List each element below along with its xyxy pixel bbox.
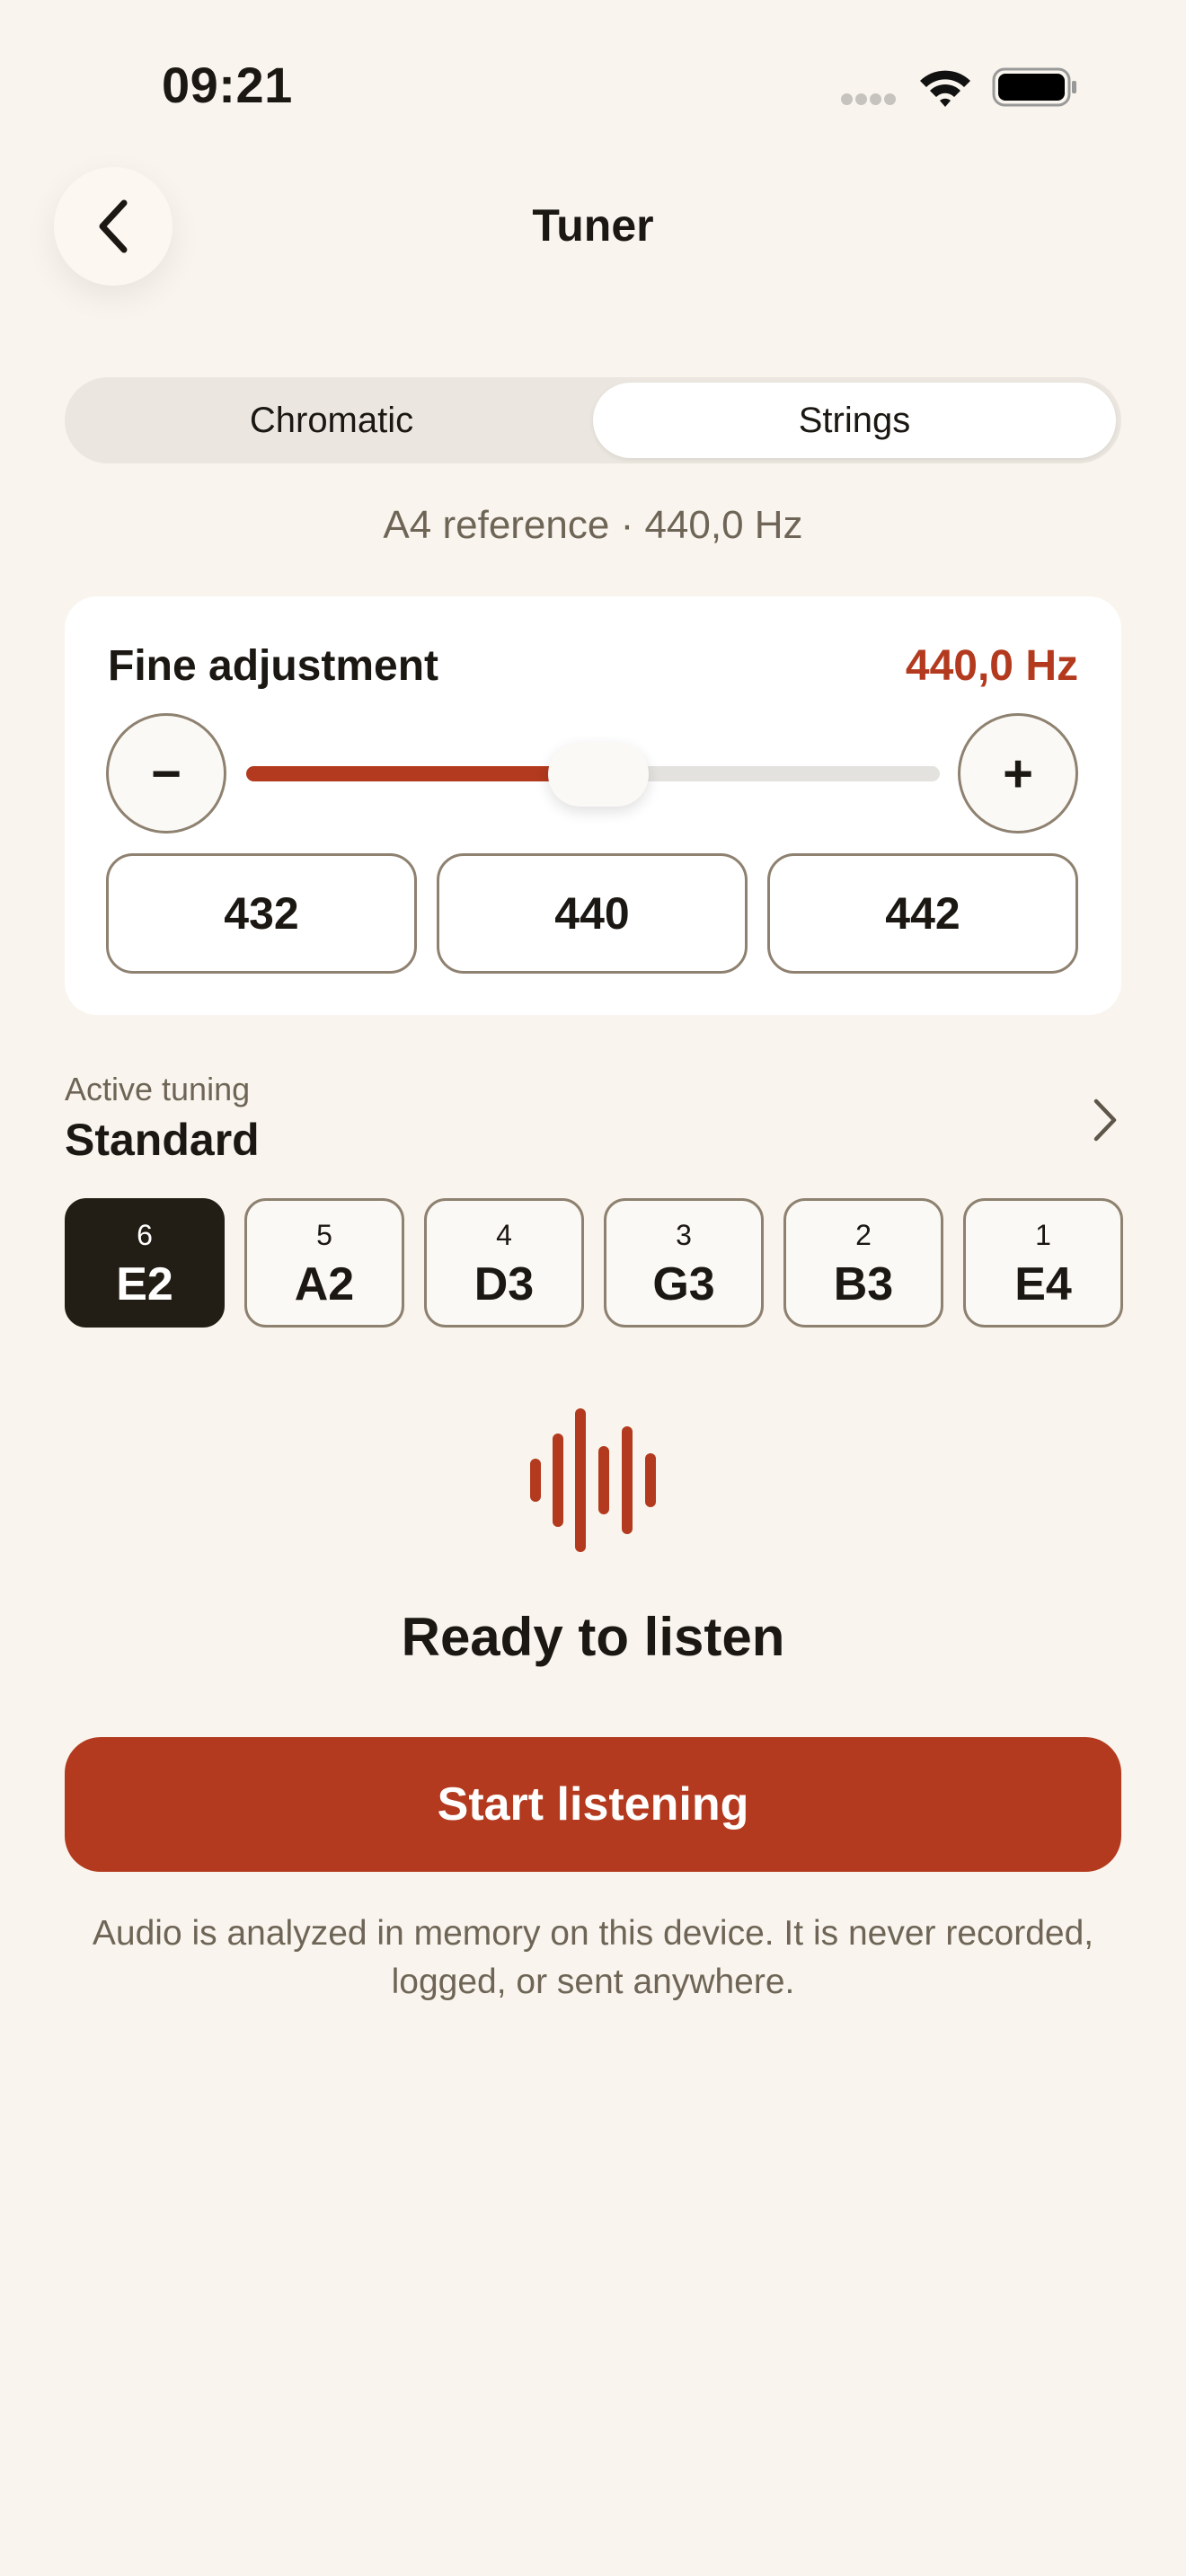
chevron-right-icon[interactable] bbox=[1087, 1098, 1123, 1142]
string-2-button[interactable]: 2 B3 bbox=[783, 1198, 943, 1328]
active-tuning-name[interactable]: Standard bbox=[65, 1114, 260, 1166]
string-number: 2 bbox=[855, 1219, 872, 1251]
string-note: E2 bbox=[116, 1258, 173, 1310]
waveform-icon bbox=[530, 1408, 656, 1552]
reference-pitch-text: A4 reference · 440,0 Hz bbox=[383, 503, 803, 547]
wifi-icon bbox=[920, 70, 970, 107]
preset-432-button[interactable]: 432 bbox=[106, 853, 417, 974]
page-title: Tuner bbox=[532, 200, 654, 251]
mode-segmented-control: Chromatic Strings bbox=[65, 377, 1121, 463]
string-4-button[interactable]: 4 D3 bbox=[424, 1198, 584, 1328]
fine-adjustment-value: 440,0 Hz bbox=[905, 642, 1078, 690]
string-number: 4 bbox=[496, 1219, 512, 1251]
string-6-button[interactable]: 6 E2 bbox=[65, 1198, 225, 1328]
string-note: D3 bbox=[474, 1258, 535, 1310]
string-3-button[interactable]: 3 G3 bbox=[604, 1198, 764, 1328]
frequency-slider-fill bbox=[246, 766, 557, 781]
string-note: E4 bbox=[1014, 1258, 1072, 1310]
cellular-signal-icon bbox=[841, 93, 904, 108]
string-number: 1 bbox=[1035, 1219, 1051, 1251]
string-1-button[interactable]: 1 E4 bbox=[963, 1198, 1123, 1328]
preset-440-button[interactable]: 440 bbox=[437, 853, 748, 974]
string-number: 6 bbox=[137, 1219, 153, 1251]
tab-chromatic[interactable]: Chromatic bbox=[70, 383, 593, 458]
string-note: G3 bbox=[652, 1258, 715, 1310]
string-5-button[interactable]: 5 A2 bbox=[244, 1198, 404, 1328]
string-number: 5 bbox=[316, 1219, 332, 1251]
listening-status: Ready to listen bbox=[401, 1607, 785, 1667]
preset-442-button[interactable]: 442 bbox=[767, 853, 1078, 974]
status-time: 09:21 bbox=[162, 57, 293, 113]
tab-strings[interactable]: Strings bbox=[593, 383, 1116, 458]
fine-adjustment-label: Fine adjustment bbox=[108, 642, 439, 690]
increase-frequency-button[interactable]: + bbox=[958, 713, 1078, 834]
string-note: A2 bbox=[294, 1258, 355, 1310]
string-note: B3 bbox=[833, 1258, 894, 1310]
decrease-frequency-button[interactable]: − bbox=[106, 713, 226, 834]
active-tuning-caption: Active tuning bbox=[65, 1071, 251, 1107]
string-number: 3 bbox=[676, 1219, 692, 1251]
battery-icon bbox=[992, 67, 1076, 107]
privacy-note: Audio is analyzed in memory on this devi… bbox=[92, 1914, 1094, 2001]
frequency-slider-thumb[interactable] bbox=[548, 742, 649, 807]
start-listening-button[interactable]: Start listening bbox=[65, 1737, 1121, 1872]
